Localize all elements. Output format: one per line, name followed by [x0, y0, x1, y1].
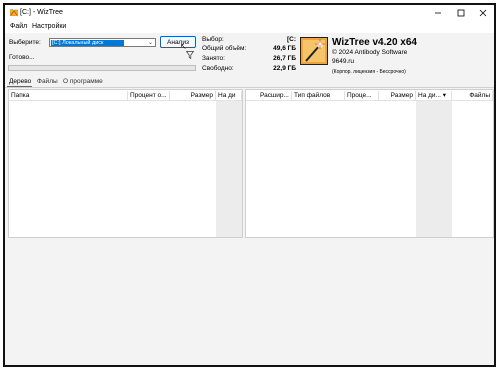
- column-header-extension[interactable]: Расшир...: [246, 91, 292, 100]
- tab-files[interactable]: Файлы: [37, 78, 58, 85]
- tree-pane: Папка Процент о... Размер На ди: [8, 89, 243, 238]
- maximize-icon: [457, 9, 465, 17]
- title-bar[interactable]: [C:] - WizTree: [5, 5, 494, 21]
- tab-bar: Дерево Файлы О программе: [5, 75, 494, 88]
- filter-icon[interactable]: [186, 51, 194, 59]
- window-title: [C:] - WizTree: [20, 9, 63, 16]
- minimize-button[interactable]: [429, 7, 447, 19]
- tree-table-header: Папка Процент о... Размер На ди: [9, 90, 242, 101]
- tree-scroll-area: [216, 101, 242, 237]
- stat-value: 26,7 ГБ: [273, 55, 296, 62]
- column-header-allocated[interactable]: На ди... ▾: [416, 91, 452, 100]
- stat-value: 49,6 ГБ: [273, 45, 296, 52]
- tab-tree[interactable]: Дерево: [9, 78, 31, 85]
- drive-select[interactable]: [C:] Локальный диск ⌄: [49, 38, 156, 47]
- column-header-percent[interactable]: Процент о...: [128, 91, 170, 100]
- top-panel: Выберите: [C:] Локальный диск ⌄ Анализ ↖…: [5, 33, 494, 77]
- mouse-cursor-icon: ↖: [180, 42, 187, 51]
- minimize-icon: [435, 12, 441, 14]
- column-header-allocated[interactable]: На ди: [216, 91, 242, 100]
- menu-settings[interactable]: Настройки: [32, 23, 66, 30]
- about-banner: WizTree v4.20 x64 © 2024 Antibody Softwa…: [296, 33, 494, 77]
- tab-about[interactable]: О программе: [63, 78, 103, 85]
- stat-label: Выбор:: [202, 36, 224, 43]
- stat-value: 22,9 ГБ: [273, 65, 296, 72]
- copyright-text: © 2024 Antibody Software: [332, 49, 408, 56]
- sort-down-icon: ▾: [442, 92, 447, 99]
- analyze-button[interactable]: Анализ: [160, 36, 196, 48]
- column-header-folder[interactable]: Папка: [9, 91, 128, 100]
- wiztree-logo-icon: [300, 37, 328, 65]
- status-text: Готово...: [9, 54, 35, 61]
- menu-file[interactable]: Файл: [10, 23, 27, 30]
- file-types-table-header: Расшир... Тип файлов Проце... Размер На …: [246, 90, 493, 101]
- chevron-down-icon: ⌄: [147, 40, 153, 46]
- column-header-files[interactable]: Файлы: [452, 91, 493, 100]
- close-icon: [479, 9, 487, 17]
- stat-label: Занято:: [202, 55, 225, 62]
- app-name: WizTree v4.20 x64: [332, 37, 417, 48]
- active-tab-indicator: [7, 86, 32, 87]
- app-window: [C:] - WizTree Файл Настройки Выберите: …: [3, 3, 496, 367]
- close-button[interactable]: [474, 7, 492, 19]
- progress-bar: [8, 65, 196, 71]
- column-header-file-type[interactable]: Тип файлов: [292, 91, 345, 100]
- column-header-percent[interactable]: Проце...: [345, 91, 379, 100]
- file-types-scroll-area: [416, 101, 452, 237]
- stat-label: Общий объём:: [202, 45, 247, 52]
- treemap-area: [8, 241, 494, 361]
- menu-bar: Файл Настройки: [5, 21, 494, 33]
- stat-value: [C:: [286, 36, 296, 43]
- folder-icon: [10, 9, 18, 16]
- select-label: Выберите:: [9, 39, 41, 46]
- column-header-size[interactable]: Размер: [379, 91, 416, 100]
- website-link[interactable]: 9649.ru: [332, 58, 354, 65]
- maximize-button[interactable]: [452, 7, 470, 19]
- stat-label: Свободно:: [202, 65, 234, 72]
- file-types-pane: Расшир... Тип файлов Проце... Размер На …: [245, 89, 494, 238]
- drive-select-value: [C:] Локальный диск: [51, 40, 124, 46]
- column-header-size[interactable]: Размер: [170, 91, 216, 100]
- column-header-allocated-label: На ди...: [418, 92, 441, 99]
